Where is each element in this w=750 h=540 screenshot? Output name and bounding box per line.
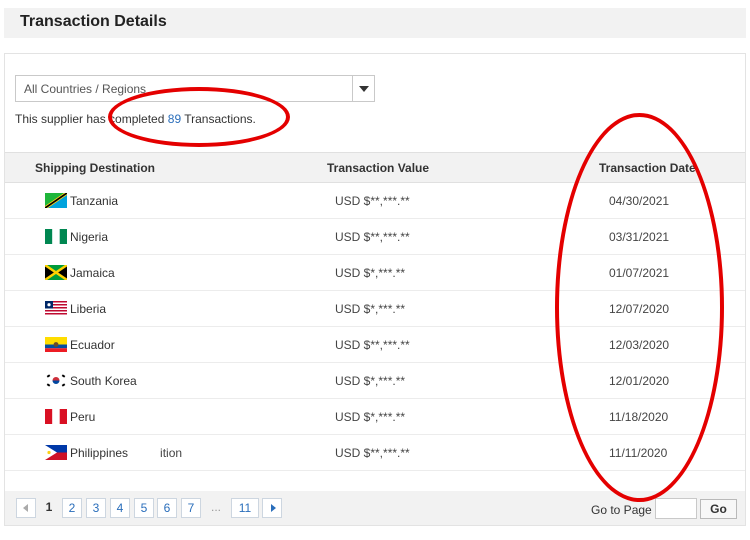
transaction-count: 89 [167,112,182,126]
shipping-destination: Ecuador [45,337,115,352]
table-row: Liberia USD $*,***.** 12/07/2020 [5,291,745,327]
tanzania-flag-icon [45,193,67,208]
destination-name: South Korea [70,373,137,388]
country-region-select-value: All Countries / Regions [24,82,147,96]
next-page-button[interactable] [262,498,282,518]
transaction-date: 12/03/2020 [609,338,670,352]
jamaica-flag-icon [45,265,67,280]
destination-name: Liberia [70,301,107,316]
destination-name: Philippines [70,445,129,460]
summary-prefix: This supplier has completed [15,112,165,126]
dropdown-toggle[interactable] [352,76,374,101]
ecuador-flag-icon [45,337,67,352]
page-1[interactable]: 1 [40,498,58,518]
table-row: Ecuador USD $**,***.** 12/03/2020 [5,327,745,363]
column-header-transaction-value: Transaction Value [327,161,430,175]
transaction-date: 11/18/2020 [609,410,669,424]
go-to-page-label: Go to Page [591,503,652,517]
south-korea-flag-icon [45,373,67,388]
chevron-left-icon [23,504,28,512]
prev-page-button[interactable] [16,498,36,518]
go-to-page-input[interactable] [655,498,697,519]
shipping-destination: Nigeria [45,229,108,244]
transaction-date: 01/07/2021 [609,266,670,280]
table-row: South Korea USD $*,***.** 12/01/2020 [5,363,745,399]
transaction-date: 03/31/2021 [609,230,670,244]
caret-down-icon [359,86,369,92]
page-6[interactable]: 6 [157,498,177,518]
transaction-summary: This supplier has completed 89 Transacti… [15,112,256,126]
page-5[interactable]: 5 [134,498,154,518]
page-4[interactable]: 4 [110,498,130,518]
shipping-destination: Peru [45,409,95,424]
destination-name: Nigeria [70,229,109,244]
pagination-ellipsis: ... [210,500,221,514]
table-row: Nigeria USD $**,***.** 03/31/2021 [5,219,745,255]
transaction-value: USD $*,***.** [335,374,406,388]
shipping-destination: Liberia [45,301,106,316]
shipping-destination: Philippines ition [45,445,182,460]
liberia-flag-icon [45,301,67,316]
shipping-destination: Tanzania [45,193,118,208]
page-2[interactable]: 2 [62,498,82,518]
page-7[interactable]: 7 [181,498,201,518]
shipping-destination: South Korea [45,373,137,388]
transaction-date: 04/30/2021 [609,194,670,208]
page-3[interactable]: 3 [86,498,106,518]
page-last[interactable]: 11 [231,498,259,518]
table-row: Peru USD $*,***.** 11/18/2020 [5,399,745,435]
summary-suffix: Transactions. [184,112,256,126]
column-header-transaction-date: Transaction Date [599,161,696,175]
page-title: Transaction Details [20,13,167,30]
transaction-value: USD $**,***.** [335,446,410,460]
destination-name: Tanzania [70,193,119,208]
table-row: Philippines ition USD $**,***.** 11/11/2… [5,435,745,471]
transaction-date: 12/07/2020 [609,302,670,316]
transaction-value: USD $**,***.** [335,194,410,208]
chevron-right-icon [271,504,276,512]
go-button[interactable]: Go [700,499,737,519]
transaction-date: 11/11/2020 [609,446,668,460]
column-header-shipping-destination: Shipping Destination [35,161,155,175]
transaction-value: USD $**,***.** [335,338,410,352]
destination-name: Peru [70,409,96,424]
transaction-value: USD $**,***.** [335,230,410,244]
section-header: Transaction Details [4,8,746,38]
table-header: Shipping Destination Transaction Value T… [5,152,745,183]
transaction-value: USD $*,***.** [335,410,406,424]
destination-extra-text: ition [160,445,183,460]
transactions-panel: All Countries / Regions This supplier ha… [4,53,746,526]
peru-flag-icon [45,409,67,424]
destination-name: Jamaica [70,265,115,280]
transaction-value: USD $*,***.** [335,302,406,316]
shipping-destination: Jamaica [45,265,115,280]
table-row: Jamaica USD $*,***.** 01/07/2021 [5,255,745,291]
pagination-bar: 1 2 3 4 5 6 7 ... 11 Go to Page Go [5,491,745,525]
nigeria-flag-icon [45,229,67,244]
country-region-select[interactable]: All Countries / Regions [15,75,375,102]
philippines-flag-icon [45,445,67,460]
transaction-date: 12/01/2020 [609,374,670,388]
table-row: Tanzania USD $**,***.** 04/30/2021 [5,183,745,219]
transaction-value: USD $*,***.** [335,266,406,280]
destination-name: Ecuador [70,337,115,352]
